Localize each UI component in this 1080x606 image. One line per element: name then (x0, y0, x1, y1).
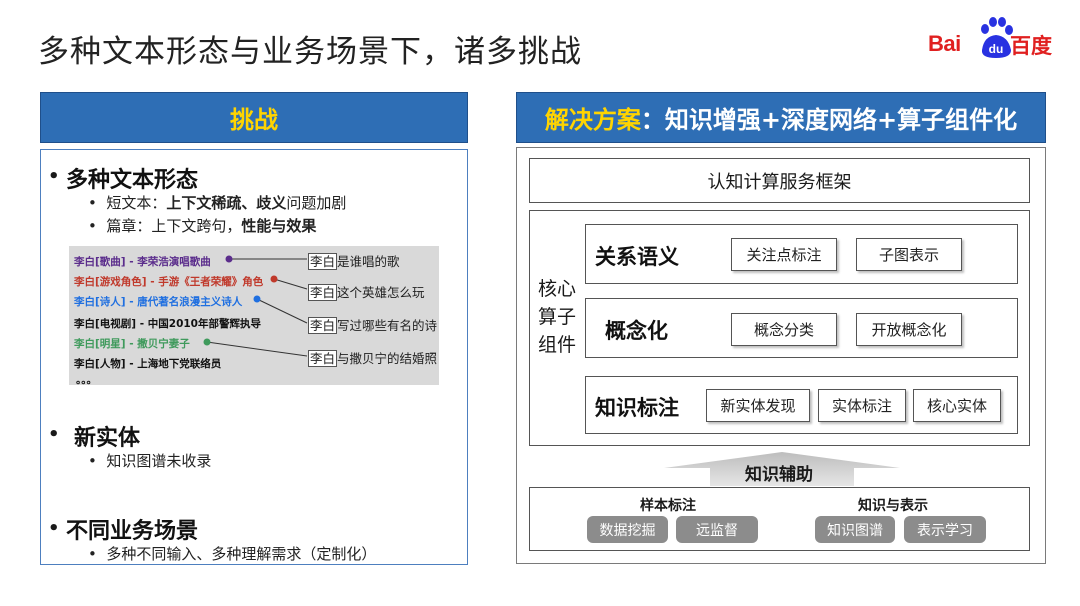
chip-new-entity-discovery: 新实体发现 (706, 389, 810, 422)
framework-label: 认知计算服务框架 (707, 171, 852, 193)
dot-song (225, 255, 233, 263)
chip-concept-classification: 概念分类 (731, 313, 837, 346)
chip-open-conceptualization: 开放概念化 (856, 313, 962, 346)
solution-header: 解决方案 ：知识增强+深度网络+算子组件化 (516, 92, 1046, 143)
sample-annotation-title: 样本标注 (640, 498, 696, 514)
dot-star (203, 338, 211, 346)
sub-bullet-dot: • (88, 545, 107, 563)
logo-chinese-text: 百度 (1010, 34, 1052, 58)
query-game: 李白 这个英雄怎么玩 (308, 282, 425, 301)
logo-du-text: du (989, 42, 1004, 56)
slide-title: 多种文本形态与业务场景下，诸多挑战 (38, 34, 582, 70)
sub-suffix: 问题加剧 (286, 194, 347, 212)
knowledge-repr-title: 知识与表示 (858, 498, 928, 514)
query-entity: 李白 (308, 284, 338, 301)
solution-header-yellow: 解决方案 (544, 106, 641, 134)
pill-knowledge-graph: 知识图谱 (815, 516, 895, 543)
framework-bar: 认知计算服务框架 (529, 158, 1030, 203)
query-rest: 与撒贝宁的结婚照 (337, 351, 438, 366)
sub-prefix: 篇章：上下文跨句， (106, 217, 242, 235)
sub-bullet-short-text: • 短文本：上下文稀疏、歧义问题加剧 (88, 192, 346, 213)
query-rest: 这个英雄怎么玩 (337, 285, 425, 300)
core-label-line: 组件 (538, 334, 577, 356)
sub-bullet-dot: • (88, 217, 107, 235)
sub-bullet-kg: • 知识图谱未收录 (88, 450, 211, 471)
chip-subgraph-repr: 子图表示 (856, 238, 962, 271)
challenges-header-text: 挑战 (230, 106, 278, 134)
logo-latin-text: Bai (928, 31, 961, 56)
challenge-heading-text-forms: 多种文本形态 (66, 168, 199, 193)
sub-bullet-discourse: • 篇章：上下文跨句，性能与效果 (88, 215, 316, 236)
chip-core-entity: 核心实体 (913, 389, 1001, 422)
query-entity: 李白 (308, 317, 338, 334)
sub-prefix: 知识图谱未收录 (106, 452, 212, 470)
sub-prefix: 短文本： (106, 194, 167, 212)
query-entity: 李白 (308, 350, 338, 367)
dot-game (270, 275, 278, 283)
row-label: 知识标注 (595, 396, 679, 420)
sub-bullet-dot: • (88, 452, 107, 470)
challenge-heading-scenarios: 不同业务场景 (66, 519, 199, 544)
chip-focus-annotation: 关注点标注 (731, 238, 837, 271)
pill-representation-learning: 表示学习 (904, 516, 986, 543)
sub-prefix: 多种不同输入、多种理解需求（定制化） (106, 545, 377, 563)
pill-data-mining: 数据挖掘 (587, 516, 668, 543)
sub-bullet-dot: • (88, 194, 107, 212)
baidu-logo: Bai du 百度 (928, 14, 1062, 66)
core-label-line: 算子 (538, 306, 577, 328)
bullet: • (48, 166, 60, 187)
query-rest: 写过哪些有名的诗 (337, 318, 438, 333)
row-label: 概念化 (605, 319, 668, 343)
sub-bold: 上下文稀疏、歧义 (166, 194, 287, 212)
pill-distant-supervision: 远监督 (676, 516, 758, 543)
core-label-line: 核心 (538, 278, 577, 300)
dot-poet (253, 295, 261, 303)
row-label: 关系语义 (595, 245, 679, 269)
query-rest: 是谁唱的歌 (337, 254, 400, 269)
bullet: • (48, 424, 60, 445)
query-entity: 李白 (308, 253, 338, 270)
query-song: 李白 是谁唱的歌 (308, 251, 400, 270)
core-label: 核心 算子 组件 (538, 275, 576, 359)
sub-bullet-custom: • 多种不同输入、多种理解需求（定制化） (88, 543, 376, 564)
challenges-header: 挑战 (40, 92, 468, 143)
solution-header-white: ：知识增强+深度网络+算子组件化 (640, 106, 1018, 134)
query-poet: 李白 写过哪些有名的诗 (308, 315, 437, 334)
bullet: • (48, 518, 60, 539)
challenge-heading-new-entity: 新实体 (74, 426, 141, 451)
sub-bold: 性能与效果 (241, 217, 317, 235)
knowledge-aid-label: 知识辅助 (745, 465, 813, 485)
chip-entity-annotation: 实体标注 (818, 389, 906, 422)
query-star: 李白 与撒贝宁的结婚照 (308, 348, 437, 367)
